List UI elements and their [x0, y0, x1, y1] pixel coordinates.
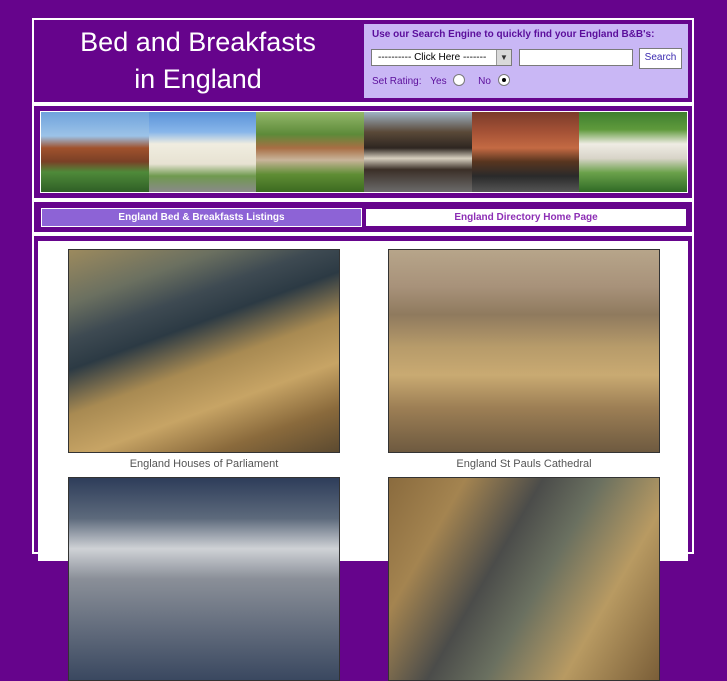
header: Bed and Breakfasts in England Use our Se… [32, 18, 694, 104]
banner-photo-cottage [41, 112, 149, 192]
tab-bb-listings[interactable]: England Bed & Breakfasts Listings [41, 208, 362, 227]
banner-photo-tudor-inn [364, 112, 472, 192]
search-input[interactable] [519, 49, 633, 66]
banner-photo-white-house [148, 112, 257, 192]
photo-st-pauls-cathedral[interactable] [388, 249, 660, 453]
banner-photo-townhouse [471, 112, 580, 192]
nav-bar: England Bed & Breakfasts Listings Englan… [32, 200, 694, 234]
banner-strip [40, 111, 688, 193]
category-select[interactable]: ---------- Click Here ------- ▼ [371, 49, 512, 66]
photo-houses-of-parliament[interactable] [68, 249, 340, 453]
rating-no-label: No [478, 76, 491, 87]
site-title-line-2: in England [134, 64, 262, 94]
search-row: ---------- Click Here ------- ▼ Search [370, 48, 682, 69]
banner-photo-garden-hotel [256, 112, 365, 192]
photo-caption: England Houses of Parliament [129, 458, 279, 470]
search-button[interactable]: Search [639, 48, 682, 69]
banner-photo-village-cottage [579, 112, 688, 192]
rating-no-radio[interactable] [497, 74, 510, 86]
site-title: Bed and Breakfasts in England [38, 24, 358, 98]
rating-yes-label: Yes [430, 76, 447, 87]
rating-label: Set Rating: [372, 76, 422, 87]
content-frame: England Houses of Parliament England St … [32, 234, 694, 681]
search-heading: Use our Search Engine to quickly find yo… [372, 29, 655, 40]
rating-row: Set Rating: Yes No [372, 74, 682, 89]
search-panel: Use our Search Engine to quickly find yo… [364, 24, 688, 98]
photo-thames-buildings[interactable] [68, 477, 340, 681]
tab-directory-home[interactable]: England Directory Home Page [365, 208, 687, 227]
site-title-line-1: Bed and Breakfasts [80, 27, 316, 57]
category-select-value: ---------- Click Here ------- [378, 52, 487, 63]
dropdown-arrow-icon[interactable]: ▼ [496, 50, 511, 65]
photo-caption: England St Pauls Cathedral [456, 458, 592, 470]
photo-banner [32, 104, 694, 200]
photo-gallery: England Houses of Parliament England St … [38, 241, 688, 681]
rating-yes-radio[interactable] [453, 74, 466, 86]
photo-westminster-aerial[interactable] [388, 477, 660, 681]
